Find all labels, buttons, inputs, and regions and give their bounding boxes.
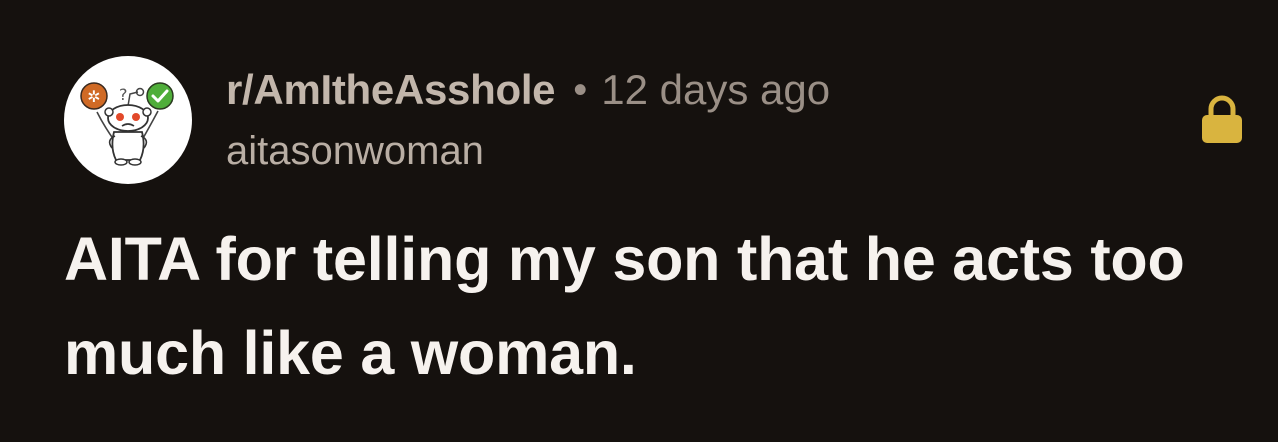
post-card[interactable]: ✲ ? r/AmItheAsshole • 12 days ago aitaso… xyxy=(0,0,1278,442)
lock-icon xyxy=(1199,94,1245,144)
svg-text:✲: ✲ xyxy=(87,87,100,106)
subreddit-avatar[interactable]: ✲ ? xyxy=(64,56,192,184)
post-meta-line: r/AmItheAsshole • 12 days ago xyxy=(226,62,830,118)
author-username[interactable]: aitasonwoman xyxy=(226,129,484,174)
post-timestamp: 12 days ago xyxy=(601,66,831,113)
separator-dot: • xyxy=(573,67,588,112)
post-title[interactable]: AITA for telling my son that he acts too… xyxy=(64,212,1254,400)
subreddit-link[interactable]: r/AmItheAsshole xyxy=(226,66,556,114)
svg-text:?: ? xyxy=(119,85,128,104)
post-meta: r/AmItheAsshole • 12 days ago aitasonwom… xyxy=(226,62,830,176)
author-line: aitasonwoman xyxy=(226,126,830,176)
reddit-snoo-balloons-icon: ✲ ? xyxy=(80,82,174,166)
